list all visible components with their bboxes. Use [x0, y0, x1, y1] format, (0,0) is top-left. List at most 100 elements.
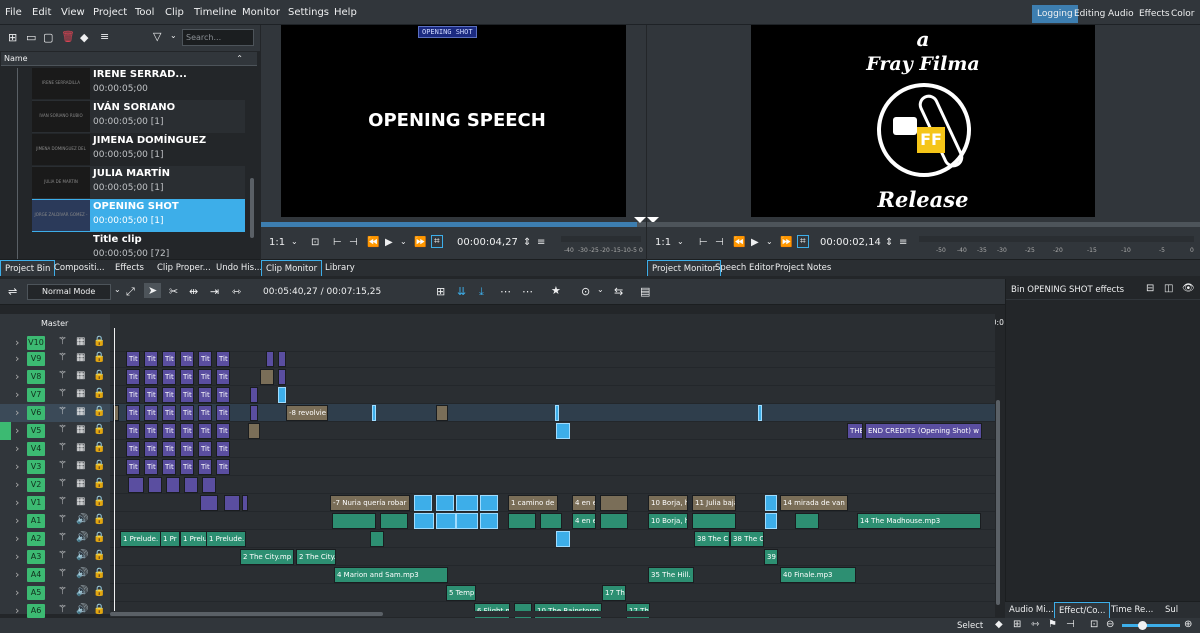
- chevron-down-icon[interactable]: ⌄: [677, 237, 684, 246]
- project-seek-bar[interactable]: [647, 222, 1200, 227]
- edit-mode-select[interactable]: Normal Mode: [27, 284, 111, 300]
- timeline-clip[interactable]: 5 Temp: [446, 585, 476, 601]
- film-icon[interactable]: ▦: [76, 336, 85, 347]
- timeline-clip[interactable]: Tit: [144, 459, 158, 475]
- timeline-clip[interactable]: Tit: [216, 387, 230, 403]
- record-icon[interactable]: ⊙: [581, 285, 590, 298]
- expand-track-icon[interactable]: ›: [15, 388, 19, 401]
- film-icon[interactable]: ▦: [76, 424, 85, 435]
- timeline-clip[interactable]: [540, 513, 562, 529]
- lock-icon[interactable]: 🔒: [93, 478, 105, 489]
- mixer-icon[interactable]: ⇆: [614, 285, 623, 298]
- bin-item-irene[interactable]: IRENE SERRADILLA LEDESMA - JORGE ZALDIVA…: [32, 67, 245, 100]
- lock-icon[interactable]: 🔒: [93, 568, 105, 579]
- timeline-clip[interactable]: [278, 351, 286, 367]
- timeline-clip[interactable]: Tit: [180, 441, 194, 457]
- timeline-clip[interactable]: Tit: [198, 351, 212, 367]
- timeline-clip[interactable]: Tit: [216, 405, 230, 421]
- timeline-clip[interactable]: Tit: [144, 387, 158, 403]
- track-lane[interactable]: [110, 404, 995, 422]
- menu-clip[interactable]: Clip: [165, 7, 184, 18]
- flag-icon[interactable]: ⚑: [1048, 619, 1057, 630]
- track-label[interactable]: V3: [27, 460, 45, 474]
- effects-wand-icon[interactable]: ⚚: [58, 496, 67, 507]
- timeline-clip[interactable]: Tit: [198, 441, 212, 457]
- track-label[interactable]: A5: [27, 586, 45, 600]
- zoom-slider[interactable]: [1122, 621, 1180, 630]
- effects-wand-icon[interactable]: ⚚: [58, 460, 67, 471]
- lock-icon[interactable]: 🔒: [93, 514, 105, 525]
- lock-icon[interactable]: 🔒: [93, 336, 105, 347]
- project-timecode[interactable]: 00:00:02,14: [820, 237, 881, 248]
- razor-icon[interactable]: ✂: [169, 285, 178, 298]
- play-icon[interactable]: ▶: [751, 237, 759, 248]
- track-header-v4[interactable]: › V4 ⚚ ▦ 🔒: [0, 440, 110, 458]
- timeline-clip[interactable]: Tit: [126, 423, 140, 439]
- timeline-clip[interactable]: 4 en e: [572, 495, 596, 511]
- timeline-clip[interactable]: Tit: [216, 351, 230, 367]
- speaker-icon[interactable]: 🔊: [76, 550, 88, 561]
- track-header-v8[interactable]: › V8 ⚚ ▦ 🔒: [0, 368, 110, 386]
- filter-icon[interactable]: ▽: [153, 30, 161, 43]
- expand-icon[interactable]: ⇿: [1031, 619, 1039, 630]
- track-lane[interactable]: [110, 566, 995, 584]
- timeline-clip[interactable]: 4 Marion and Sam.mp3: [334, 567, 448, 583]
- tab-time-remapping[interactable]: Time Re...: [1107, 602, 1157, 618]
- timeline-clip[interactable]: Tit: [216, 369, 230, 385]
- lock-icon[interactable]: 🔒: [93, 406, 105, 417]
- timeline-clip[interactable]: Tit: [162, 423, 176, 439]
- timeline-clip[interactable]: [436, 513, 456, 529]
- set-out-icon[interactable]: ⊣: [349, 237, 358, 248]
- menu-monitor[interactable]: Monitor: [242, 7, 280, 18]
- crop-icon[interactable]: ⌗: [431, 235, 443, 248]
- timeline-clip[interactable]: [224, 495, 240, 511]
- timeline-clip[interactable]: 1 Prelude.: [206, 531, 246, 547]
- bin-item-opening-shot[interactable]: JORGE ZALDIVAR GOMEZ - IRENE SERRADILLA …: [32, 199, 245, 232]
- menu-edit[interactable]: Edit: [32, 7, 51, 18]
- timeline-clip[interactable]: Tit: [180, 351, 194, 367]
- tab-project-notes[interactable]: Project Notes: [771, 260, 835, 276]
- timeline-clip[interactable]: Tit: [144, 441, 158, 457]
- timeline-clip[interactable]: Tit: [144, 351, 158, 367]
- forward-icon[interactable]: ⏩: [780, 237, 792, 248]
- timeline-clip[interactable]: [200, 495, 218, 511]
- chevron-down-icon[interactable]: ⌄: [170, 31, 177, 40]
- track-label[interactable]: V6: [27, 406, 45, 420]
- track-header-a1[interactable]: › A1 ⚚ 🔊 🔒: [0, 512, 110, 530]
- menu-file[interactable]: File: [5, 7, 22, 18]
- timeline-clip[interactable]: [758, 405, 762, 421]
- timeline-clip[interactable]: Tit: [180, 423, 194, 439]
- film-icon[interactable]: ▦: [76, 442, 85, 453]
- roll-icon[interactable]: ⇿: [232, 285, 241, 298]
- timeline-clip[interactable]: Tit: [216, 459, 230, 475]
- timeline-clip[interactable]: [202, 477, 216, 493]
- timeline-clip[interactable]: Tit: [162, 459, 176, 475]
- effects-wand-icon[interactable]: ⚚: [58, 442, 67, 453]
- timeline-vscroll[interactable]: [996, 400, 1000, 605]
- subtitle-icon[interactable]: ▤: [640, 285, 650, 298]
- menu-timeline[interactable]: Timeline: [194, 7, 237, 18]
- timeline-clip[interactable]: Tit: [162, 441, 176, 457]
- lock-icon[interactable]: 🔒: [93, 370, 105, 381]
- effects-wand-icon[interactable]: ⚚: [58, 336, 67, 347]
- rewind-icon[interactable]: ⏪: [367, 237, 379, 248]
- timeline-clip[interactable]: 11 Julia baja al sót: [692, 495, 736, 511]
- track-lane[interactable]: [110, 476, 995, 494]
- timeline-clip[interactable]: [600, 513, 628, 529]
- track-header-a2[interactable]: › A2 ⚚ 🔊 🔒: [0, 530, 110, 548]
- timeline-clip[interactable]: [795, 513, 819, 529]
- chevron-down-icon[interactable]: ⌄: [597, 285, 604, 294]
- tab-effect-composition[interactable]: Effect/Co...: [1054, 602, 1111, 618]
- set-in-icon[interactable]: ⊢: [333, 237, 342, 248]
- track-label[interactable]: V2: [27, 478, 45, 492]
- timeline-clip[interactable]: [166, 477, 180, 493]
- lock-icon[interactable]: 🔒: [93, 442, 105, 453]
- delete-icon[interactable]: 🗑: [61, 30, 75, 43]
- expand-track-icon[interactable]: ›: [15, 424, 19, 437]
- timeline-clip[interactable]: [765, 495, 777, 511]
- timeline-clip[interactable]: 39: [764, 549, 778, 565]
- lock-icon[interactable]: 🔒: [93, 460, 105, 471]
- timeline-clip[interactable]: Tit: [162, 387, 176, 403]
- timeline-clip[interactable]: 1 camino de: [508, 495, 558, 511]
- menu-tool[interactable]: Tool: [135, 7, 154, 18]
